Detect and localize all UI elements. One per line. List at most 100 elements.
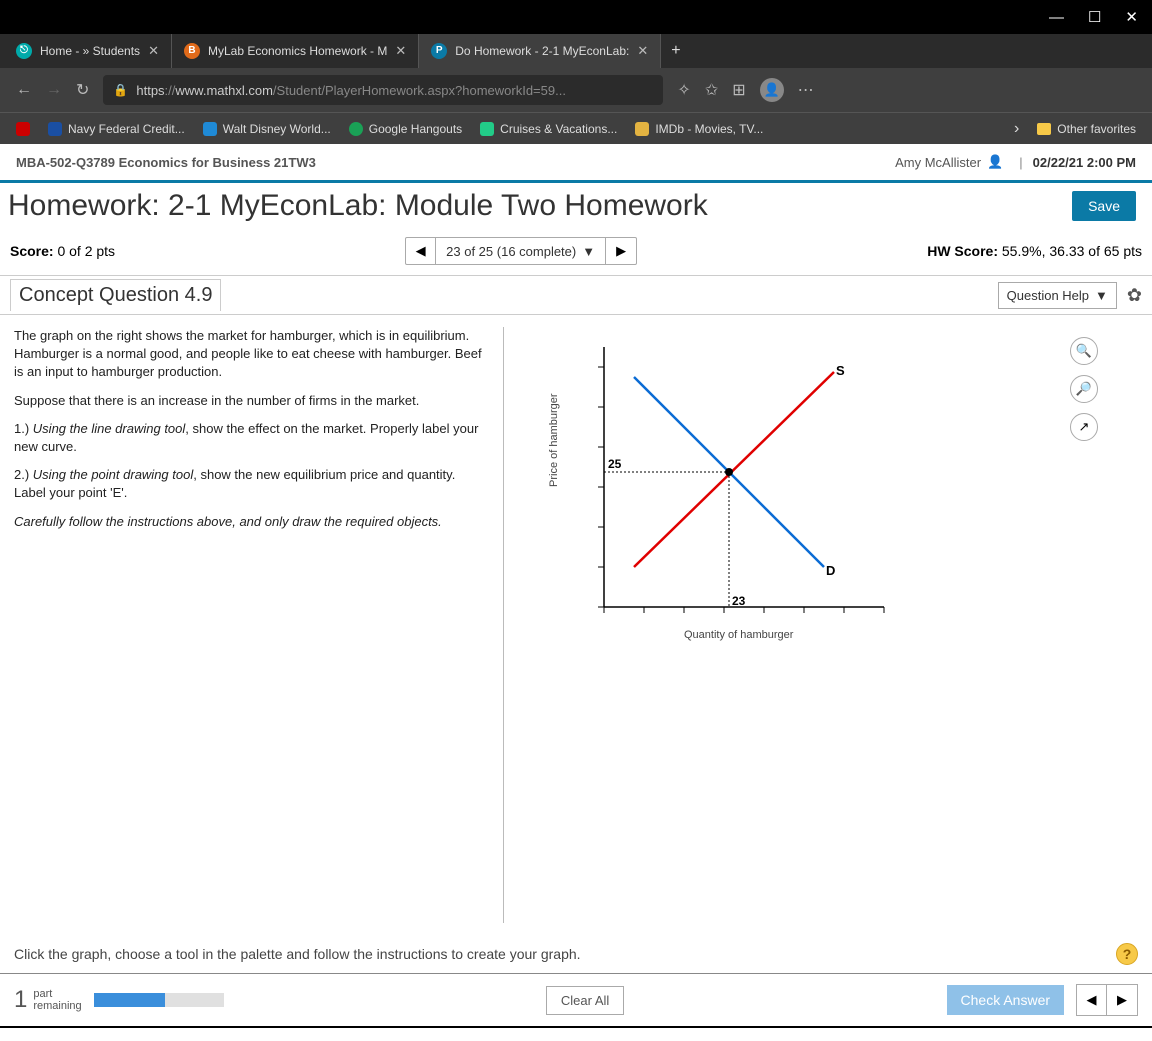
- zoom-in-icon[interactable]: 🔍: [1070, 337, 1098, 365]
- bookmark-icon: [48, 122, 62, 136]
- bookmark-label: Other favorites: [1057, 122, 1136, 136]
- supply-demand-graph[interactable]: Price of hamburger Quantity of hamburger: [564, 327, 904, 647]
- paragraph: The graph on the right shows the market …: [14, 327, 489, 382]
- favicon-icon: B: [184, 43, 200, 59]
- progress-fill: [94, 993, 166, 1007]
- x-axis-label: Quantity of hamburger: [684, 629, 793, 641]
- hint-bar: Click the graph, choose a tool in the pa…: [0, 935, 1152, 973]
- question-header: Concept Question 4.9 Question Help▼ ✿: [0, 276, 1152, 315]
- window-minimize[interactable]: —: [1049, 9, 1064, 26]
- bookmark-item[interactable]: Navy Federal Credit...: [48, 122, 185, 136]
- clear-all-button[interactable]: Clear All: [546, 986, 624, 1015]
- paragraph: Suppose that there is an increase in the…: [14, 392, 489, 410]
- bookmark-icon: [349, 122, 363, 136]
- graph-panel: 🔍 🔎 ↗ Price of hamburger Quantity of ham…: [504, 327, 1138, 923]
- progress-bar: [94, 993, 224, 1007]
- read-aloud-icon[interactable]: ✧: [677, 80, 690, 100]
- tab-title: Do Homework - 2-1 MyEconLab:: [455, 44, 629, 58]
- equilibrium-point: [725, 468, 733, 476]
- paragraph: Carefully follow the instructions above,…: [14, 513, 489, 531]
- browser-tab[interactable]: ⎋ Home - » Students ✕: [4, 34, 172, 68]
- score-bar: Score: 0 of 2 pts ◀ 23 of 25 (16 complet…: [0, 233, 1152, 276]
- tab-title: MyLab Economics Homework - M: [208, 44, 387, 58]
- save-button[interactable]: Save: [1072, 191, 1136, 221]
- bottom-border: [0, 1026, 1152, 1028]
- browser-addressbar: ← → ↻ 🔒 https://www.mathxl.com/Student/P…: [0, 68, 1152, 112]
- bookmark-icon: [480, 122, 494, 136]
- question-navigator: ◀ 23 of 25 (16 complete) ▼ ▶: [405, 237, 637, 265]
- browser-tabbar: ⎋ Home - » Students ✕ B MyLab Economics …: [0, 34, 1152, 68]
- tab-close-icon[interactable]: ✕: [395, 43, 406, 59]
- url-field[interactable]: 🔒 https://www.mathxl.com/Student/PlayerH…: [103, 75, 663, 105]
- forward-icon: →: [46, 81, 62, 99]
- parts-count: 1: [14, 986, 27, 1014]
- profile-avatar[interactable]: 👤: [760, 78, 784, 102]
- bookmark-item[interactable]: IMDb - Movies, TV...: [635, 122, 763, 136]
- footer-bar: 1 partremaining Clear All Check Answer ◀…: [0, 973, 1152, 1026]
- bookmark-label: Walt Disney World...: [223, 122, 331, 136]
- question-score: Score: 0 of 2 pts: [10, 243, 115, 259]
- bookmark-item[interactable]: Walt Disney World...: [203, 122, 331, 136]
- back-icon[interactable]: ←: [16, 81, 32, 99]
- nav-text: 23 of 25 (16 complete): [446, 244, 576, 259]
- next-question-button[interactable]: ▶: [606, 238, 636, 264]
- more-icon[interactable]: ⋯: [798, 80, 814, 100]
- parts-remaining: 1 partremaining: [14, 986, 82, 1014]
- separator: |: [1019, 155, 1022, 170]
- window-close[interactable]: ✕: [1125, 8, 1138, 26]
- refresh-icon[interactable]: ↻: [76, 80, 89, 100]
- supply-curve: [634, 372, 834, 567]
- homework-title-bar: Homework: 2-1 MyEconLab: Module Two Home…: [0, 183, 1152, 233]
- new-tab-button[interactable]: +: [661, 34, 690, 68]
- graph-toolbar: 🔍 🔎 ↗: [1070, 337, 1098, 441]
- bookmark-icon: [203, 122, 217, 136]
- question-dropdown[interactable]: 23 of 25 (16 complete) ▼: [436, 238, 606, 264]
- demand-label: D: [826, 563, 835, 578]
- tab-close-icon[interactable]: ✕: [637, 43, 648, 59]
- footer-next-button[interactable]: ▶: [1107, 985, 1137, 1015]
- page-content: MBA-502-Q3789 Economics for Business 21T…: [0, 144, 1152, 1028]
- chevron-down-icon: ▼: [582, 244, 595, 259]
- homework-score: HW Score: 55.9%, 36.33 of 65 pts: [927, 243, 1142, 259]
- tab-close-icon[interactable]: ✕: [148, 43, 159, 59]
- tab-title: Home - » Students: [40, 44, 140, 58]
- course-bar: MBA-502-Q3789 Economics for Business 21T…: [0, 144, 1152, 180]
- browser-tab-active[interactable]: P Do Homework - 2-1 MyEconLab: ✕: [419, 34, 661, 68]
- homework-title: Homework: 2-1 MyEconLab: Module Two Home…: [8, 189, 1072, 223]
- paragraph: 1.) Using the line drawing tool, show th…: [14, 420, 489, 456]
- question-body: The graph on the right shows the market …: [0, 315, 1152, 935]
- bookmark-label: Cruises & Vacations...: [500, 122, 617, 136]
- favicon-icon: ⎋: [16, 43, 32, 59]
- x-value-label: 23: [732, 594, 746, 608]
- settings-icon[interactable]: ✿: [1127, 285, 1142, 306]
- zoom-out-icon[interactable]: 🔎: [1070, 375, 1098, 403]
- bookmark-item[interactable]: Google Hangouts: [349, 122, 462, 136]
- y-value-label: 25: [608, 457, 622, 471]
- user-name: Amy McAllister: [895, 155, 981, 170]
- collections-icon[interactable]: ⊞: [732, 80, 745, 100]
- footer-prev-button[interactable]: ◀: [1077, 985, 1107, 1015]
- browser-tab[interactable]: B MyLab Economics Homework - M ✕: [172, 34, 419, 68]
- youtube-icon: [16, 122, 30, 136]
- other-favorites[interactable]: Other favorites: [1037, 122, 1136, 136]
- question-text: The graph on the right shows the market …: [14, 327, 504, 923]
- bookmark-item[interactable]: [16, 122, 30, 136]
- question-help-button[interactable]: Question Help▼: [998, 282, 1117, 309]
- help-icon[interactable]: ?: [1116, 943, 1138, 965]
- favicon-icon: P: [431, 43, 447, 59]
- y-axis-label: Price of hamburger: [548, 393, 560, 487]
- user-icon[interactable]: 👤: [987, 154, 1003, 170]
- popout-icon[interactable]: ↗: [1070, 413, 1098, 441]
- bookmarks-bar: Navy Federal Credit... Walt Disney World…: [0, 112, 1152, 144]
- lock-icon: 🔒: [113, 83, 128, 97]
- window-maximize[interactable]: ☐: [1088, 8, 1101, 26]
- bookmarks-overflow-icon[interactable]: ›: [1014, 120, 1019, 138]
- datetime: 02/22/21 2:00 PM: [1033, 155, 1136, 170]
- bookmark-label: IMDb - Movies, TV...: [655, 122, 763, 136]
- supply-label: S: [836, 363, 845, 378]
- prev-question-button[interactable]: ◀: [406, 238, 436, 264]
- favorites-icon[interactable]: ✩: [705, 80, 718, 100]
- hint-text: Click the graph, choose a tool in the pa…: [14, 946, 581, 962]
- check-answer-button[interactable]: Check Answer: [947, 985, 1064, 1015]
- bookmark-item[interactable]: Cruises & Vacations...: [480, 122, 617, 136]
